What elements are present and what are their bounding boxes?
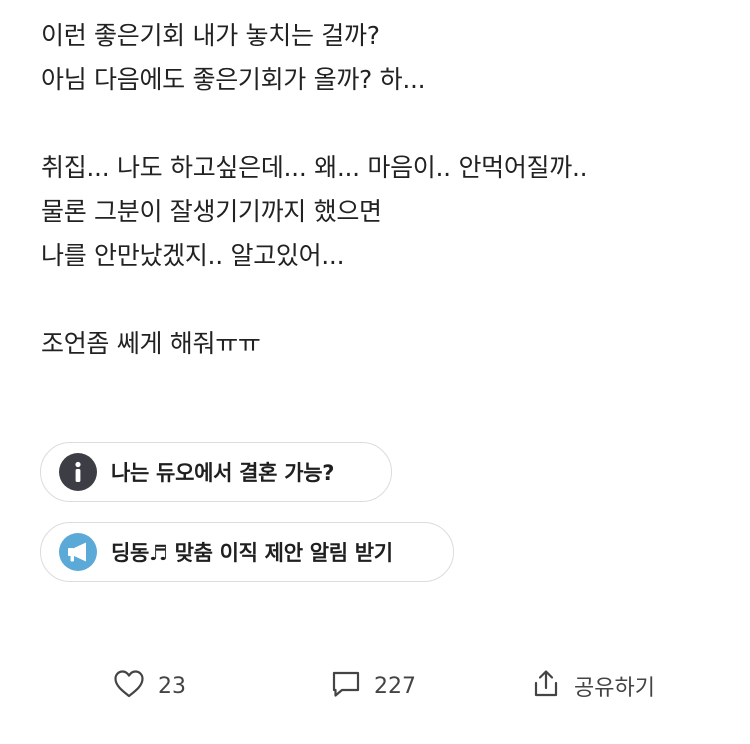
duo-marriage-chip[interactable]: 나는 듀오에서 결혼 가능?: [40, 442, 392, 502]
megaphone-icon: [59, 533, 97, 571]
job-offer-alert-chip[interactable]: 딩동♬ 맞춤 이직 제안 알림 받기: [40, 522, 454, 582]
post-line: 나를 안만났겠지.. 알고있어...: [41, 241, 345, 270]
comment-button[interactable]: 227: [330, 662, 416, 710]
post-line-blank: [41, 278, 721, 322]
post-line: 취집... 나도 하고싶은데... 왜... 마음이.. 안먹어질까..: [41, 153, 588, 182]
duo-marriage-chip-label: 나는 듀오에서 결혼 가능?: [111, 461, 335, 485]
info-icon: [59, 453, 97, 491]
share-button[interactable]: 공유하기: [530, 662, 655, 710]
post-body: 이런 좋은기회 내가 놓치는 걸까? 아님 다음에도 좋은기회가 올까? 하..…: [41, 14, 721, 366]
like-button[interactable]: 23: [112, 662, 186, 710]
post-line: 물론 그분이 잘생기기까지 했으면: [41, 197, 382, 226]
comment-count: 227: [374, 673, 416, 699]
share-icon: [530, 668, 562, 704]
post-line: 아님 다음에도 좋은기회가 올까? 하...: [41, 65, 426, 94]
heart-icon: [112, 667, 146, 705]
post-action-bar: 23 227 공유하기: [0, 662, 750, 710]
post-line-blank: [41, 102, 721, 146]
comment-icon: [330, 668, 362, 704]
job-offer-alert-chip-label: 딩동♬ 맞춤 이직 제안 알림 받기: [111, 541, 393, 565]
share-label: 공유하기: [574, 676, 655, 701]
post-line: 이런 좋은기회 내가 놓치는 걸까?: [41, 21, 380, 50]
like-count: 23: [158, 673, 186, 699]
post-line: 조언좀 쎄게 해줘ㅠㅠ: [41, 329, 261, 358]
